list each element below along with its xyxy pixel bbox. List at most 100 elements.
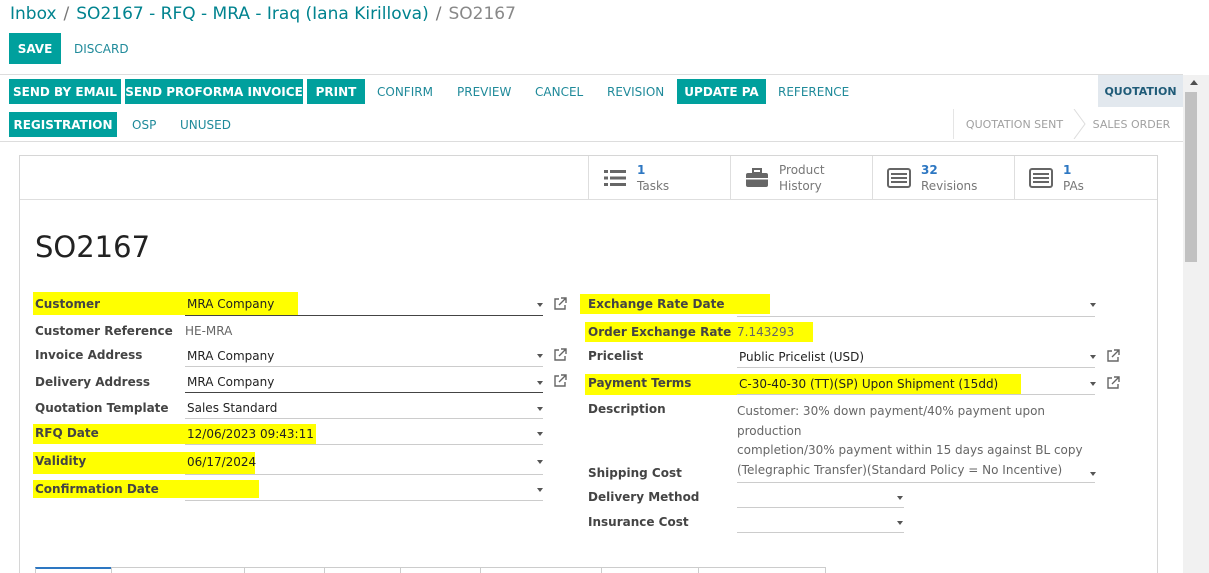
- pricelist-input[interactable]: Public Pricelist (USD): [739, 350, 864, 364]
- caret-down-icon[interactable]: [537, 354, 543, 358]
- caret-down-icon[interactable]: [537, 488, 543, 492]
- tasks-count: 1: [637, 163, 646, 177]
- tasks-icon: [604, 170, 626, 186]
- registration-button[interactable]: REGISTRATION: [9, 112, 117, 137]
- insurance-cost-label: Insurance Cost: [588, 515, 689, 529]
- tasks-smart-button[interactable]: 1 Tasks: [588, 156, 730, 200]
- revisions-count: 32: [921, 163, 938, 177]
- invoice-address-underline: [185, 366, 543, 367]
- product-history-smart-button[interactable]: Product History: [730, 156, 872, 200]
- send-by-email-button[interactable]: SEND BY EMAIL: [9, 79, 121, 104]
- caret-down-icon[interactable]: [537, 303, 543, 307]
- caret-down-icon[interactable]: [1090, 472, 1096, 476]
- order-exchange-rate-value: 7.143293: [737, 325, 795, 339]
- osp-button[interactable]: OSP: [132, 112, 156, 137]
- pas-count: 1: [1063, 163, 1072, 177]
- caret-down-icon[interactable]: [1090, 303, 1096, 307]
- smart-button-row: 1 Tasks Product History 32 Revisions 1 PAs: [20, 156, 1157, 200]
- payment-terms-input[interactable]: C-30-40-30 (TT)(SP) Upon Shipment (15dd): [739, 377, 998, 391]
- discard-button[interactable]: DISCARD: [74, 33, 129, 64]
- notebook-tab[interactable]: [698, 567, 826, 573]
- update-pa-button[interactable]: UPDATE PA: [677, 79, 766, 104]
- delivery-method-label: Delivery Method: [588, 490, 700, 504]
- external-link-icon[interactable]: [553, 348, 567, 362]
- description-line: (Telegraphic Transfer)(Standard Policy =…: [737, 462, 1063, 477]
- customer-input-underline: [185, 315, 543, 316]
- product-history-label-1: Product: [779, 163, 825, 177]
- revisions-label: Revisions: [921, 179, 978, 193]
- print-button[interactable]: PRINT: [307, 79, 365, 104]
- breadcrumb-separator: /: [63, 4, 70, 24]
- caret-down-icon[interactable]: [537, 460, 543, 464]
- caret-down-icon[interactable]: [1090, 355, 1096, 359]
- record-title: SO2167: [35, 230, 151, 264]
- confirm-button[interactable]: CONFIRM: [377, 79, 433, 104]
- scroll-up-arrow-icon[interactable]: [1190, 80, 1198, 85]
- unused-button[interactable]: UNUSED: [180, 112, 231, 137]
- order-exchange-rate-label: Order Exchange Rate: [588, 325, 732, 339]
- invoice-address-label: Invoice Address: [35, 348, 143, 362]
- notebook-tab[interactable]: [400, 567, 480, 573]
- scrollbar-thumb[interactable]: [1185, 92, 1197, 262]
- breadcrumb-separator: /: [435, 4, 442, 24]
- description-line: completion/30% payment within 15 days ag…: [737, 443, 1083, 457]
- breadcrumb-record-link[interactable]: SO2167 - RFQ - MRA - Iraq (Iana Kirillov…: [76, 4, 428, 24]
- delivery-address-underline: [185, 392, 543, 393]
- status-sales-order: SALES ORDER: [1092, 117, 1171, 131]
- customer-reference-label: Customer Reference: [35, 324, 173, 338]
- statusbar: SEND BY EMAIL SEND PROFORMA INVOICE PRIN…: [0, 75, 1183, 142]
- confirmation-date-underline: [185, 500, 543, 501]
- form-sheet: 1 Tasks Product History 32 Revisions 1 PAs: [19, 155, 1158, 573]
- preview-button[interactable]: PREVIEW: [457, 79, 511, 104]
- description-line: Customer: 30% down payment/40% payment u…: [737, 404, 1046, 438]
- notebook-tab[interactable]: [480, 567, 601, 573]
- briefcase-icon: [746, 168, 768, 187]
- description-value[interactable]: Customer: 30% down payment/40% payment u…: [737, 402, 1107, 480]
- pricelist-label: Pricelist: [588, 349, 644, 363]
- pas-smart-button[interactable]: 1 PAs: [1014, 156, 1156, 200]
- insurance-cost-underline: [737, 532, 904, 533]
- shipping-cost-underline: [737, 482, 1095, 483]
- notebook-tab[interactable]: [244, 567, 324, 573]
- payment-terms-label: Payment Terms: [588, 376, 692, 390]
- external-link-icon[interactable]: [553, 374, 567, 388]
- rfq-date-label: RFQ Date: [35, 426, 99, 440]
- caret-down-icon[interactable]: [897, 521, 903, 525]
- rfq-date-input[interactable]: 12/06/2023 09:43:11: [187, 427, 314, 441]
- caret-down-icon[interactable]: [1090, 382, 1096, 386]
- validity-underline: [185, 474, 543, 475]
- breadcrumb-inbox-link[interactable]: Inbox: [10, 4, 57, 24]
- notebook-tab[interactable]: [35, 567, 111, 573]
- revisions-smart-button[interactable]: 32 Revisions: [872, 156, 1014, 200]
- external-link-icon[interactable]: [553, 297, 567, 311]
- quotation-template-input[interactable]: Sales Standard: [187, 401, 277, 415]
- validity-label: Validity: [35, 454, 87, 468]
- notebook-tab[interactable]: [601, 567, 698, 573]
- customer-input[interactable]: MRA Company: [187, 297, 274, 311]
- delivery-address-input[interactable]: MRA Company: [187, 375, 274, 389]
- send-proforma-invoice-button[interactable]: SEND PROFORMA INVOICE: [125, 79, 303, 104]
- notebook-tab[interactable]: [324, 567, 400, 573]
- external-link-icon[interactable]: [1106, 349, 1120, 363]
- list-alt-icon: [1029, 168, 1053, 188]
- revision-button[interactable]: REVISION: [607, 79, 664, 104]
- caret-down-icon[interactable]: [537, 407, 543, 411]
- external-link-icon[interactable]: [1106, 376, 1120, 390]
- shipping-cost-label: Shipping Cost: [588, 466, 682, 480]
- save-button[interactable]: SAVE: [9, 33, 61, 64]
- notebook-tab[interactable]: [111, 567, 244, 573]
- description-label: Description: [588, 402, 666, 416]
- cancel-button[interactable]: CANCEL: [535, 79, 583, 104]
- validity-input[interactable]: 06/17/2024: [187, 455, 256, 469]
- status-quotation-sent: QUOTATION SENT: [953, 109, 1075, 139]
- caret-down-icon[interactable]: [537, 432, 543, 436]
- invoice-address-input[interactable]: MRA Company: [187, 349, 274, 363]
- reference-button[interactable]: REFERENCE: [778, 79, 849, 104]
- caret-down-icon[interactable]: [897, 496, 903, 500]
- payment-terms-underline: [737, 394, 1095, 395]
- pas-label: PAs: [1063, 179, 1084, 193]
- exchange-rate-date-underline: [737, 316, 1095, 317]
- breadcrumb-current: SO2167: [448, 4, 516, 24]
- exchange-rate-date-label: Exchange Rate Date: [588, 297, 725, 311]
- caret-down-icon[interactable]: [537, 381, 543, 385]
